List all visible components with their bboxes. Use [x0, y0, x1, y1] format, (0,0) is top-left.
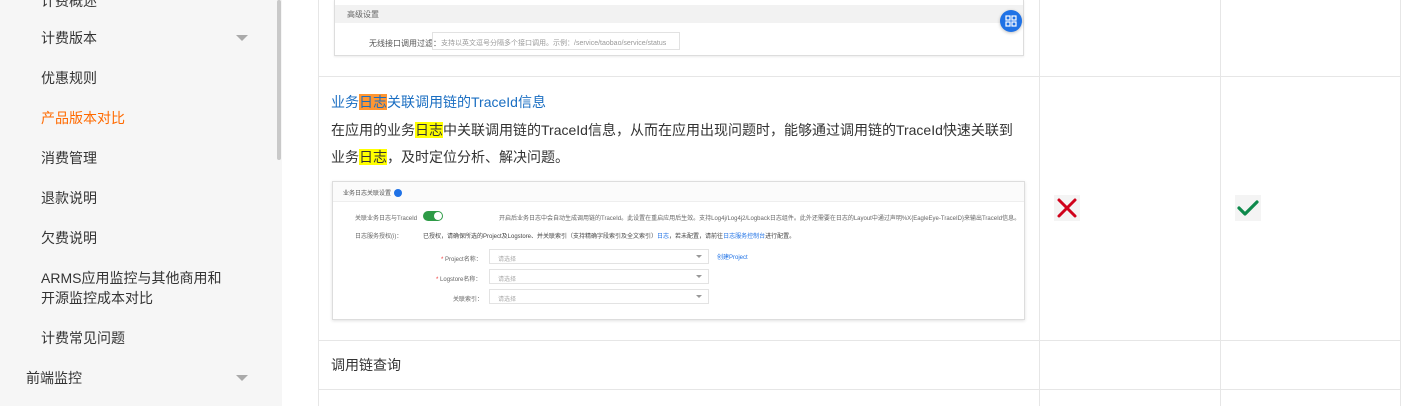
table-row-divider: [318, 76, 1401, 77]
project-label: * Project名称：: [441, 257, 482, 263]
desc-text: 业务: [331, 149, 359, 165]
sidebar-item-discount-rules[interactable]: 优惠规则: [41, 68, 97, 88]
screenshot-field-input: 支持以英文逗号分隔多个接口调用。示例：/service/taobao/servi…: [432, 32, 680, 50]
row-label-trace-query: 调用链查询: [331, 357, 401, 373]
sidebar-nav: 计费概述 计费版本 优惠规则 产品版本对比 消费管理 退款说明 欠费说明 ARM…: [0, 0, 282, 406]
search-highlight: 日志: [415, 122, 443, 138]
project-select: 请选择: [489, 249, 709, 264]
apps-grid-icon: [1005, 15, 1017, 27]
sidebar-item-label-line2: 开源监控成本对比: [41, 290, 153, 306]
index-select: 请选择: [489, 289, 709, 304]
sidebar-scrollbar[interactable]: [277, 0, 281, 160]
logstore-select: 请选择: [489, 269, 709, 284]
sidebar-item-refund[interactable]: 退款说明: [41, 188, 97, 208]
table-row-divider: [318, 340, 1401, 341]
floating-apps-button[interactable]: [1000, 10, 1022, 32]
feature-title-text: 业务: [331, 94, 359, 110]
screenshot-header: 业务日志关联设置: [333, 182, 1024, 202]
check-icon: [1235, 195, 1261, 221]
table-row-divider: [318, 389, 1401, 390]
screenshot-header-text: 业务日志关联设置: [343, 191, 392, 197]
table-border: [1220, 0, 1221, 406]
toggle-label: 关联业务日志与TraceId: [355, 216, 418, 222]
table-border: [1400, 0, 1401, 406]
search-highlight: 日志: [359, 149, 387, 165]
desc-text: 在应用的业务: [331, 122, 415, 138]
logstore-label: * Logstore名称：: [436, 277, 482, 283]
sidebar-item-consumption-management[interactable]: 消费管理: [41, 148, 97, 168]
screenshot-field-label: 无线接口调用过滤：: [369, 39, 441, 48]
sidebar-item-billing-faq[interactable]: 计费常见问题: [41, 328, 125, 348]
log-association-settings-screenshot: 业务日志关联设置 关联业务日志与TraceId 开启后业务日志中会自动生成调用链…: [332, 181, 1025, 320]
screenshot-section-header: 高级设置: [335, 5, 1023, 23]
create-project-link: 创建Project: [717, 255, 748, 261]
index-label: 关联索引：: [453, 297, 484, 303]
chevron-down-icon[interactable]: [236, 35, 248, 41]
desc-text: 中关联调用链的TraceId信息，从而在应用出现问题时，能够通过调用链的Trac…: [443, 122, 1013, 138]
search-highlight-current: 日志: [359, 94, 387, 110]
sidebar-section-frontend-monitoring[interactable]: 前端监控: [26, 368, 82, 388]
desc-text: ，及时定位分析、解决问题。: [387, 149, 569, 165]
feature-title: 业务日志关联调用链的TraceId信息: [331, 92, 546, 112]
table-border: [1039, 0, 1040, 406]
advanced-settings-screenshot: 高级设置 无线接口调用过滤： 支持以英文逗号分隔多个接口调用。示例：/servi…: [334, 0, 1024, 56]
help-icon: [394, 189, 403, 198]
trace-toggle: [423, 211, 443, 221]
table-border: [318, 0, 319, 406]
cross-icon: [1054, 195, 1080, 221]
sidebar-item-label: ARMS应用监控与其他商用和: [41, 270, 222, 286]
feature-description: 在应用的业务日志中关联调用链的TraceId信息，从而在应用出现问题时，能够通过…: [331, 117, 1031, 171]
sidebar-item-overdue[interactable]: 欠费说明: [41, 228, 97, 248]
sidebar-item-cost-comparison[interactable]: ARMS应用监控与其他商用和 开源监控成本对比: [41, 268, 221, 308]
sidebar-item-billing-versions[interactable]: 计费版本: [41, 28, 97, 48]
feature-title-text: 关联调用链的TraceId信息: [387, 94, 546, 110]
chevron-down-icon[interactable]: [236, 375, 248, 381]
sidebar-item-billing-overview[interactable]: 计费概述: [41, 0, 97, 11]
sls-label: 日志服务授权(i)：: [355, 234, 403, 240]
toggle-description: 开启后业务日志中会自动生成调用链的TraceId。此设置在重启应用后生效。支持L…: [499, 216, 1019, 222]
sls-description: 已授权，请确保所选的Project及Logstore、并关联索引（支持精确字段索…: [423, 234, 796, 240]
sidebar-item-version-comparison[interactable]: 产品版本对比: [41, 108, 125, 128]
